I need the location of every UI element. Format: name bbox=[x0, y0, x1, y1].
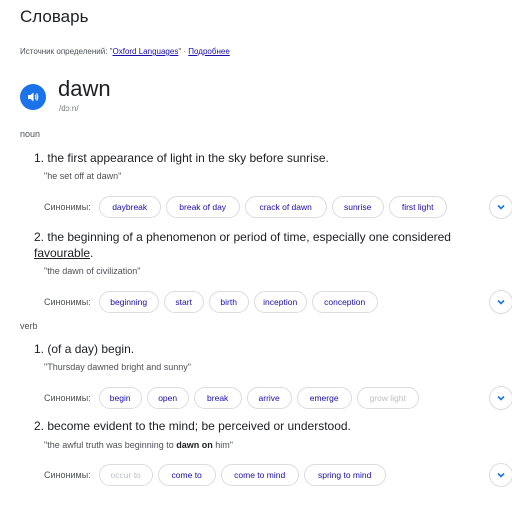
synonyms-label: Синонимы: bbox=[44, 202, 91, 212]
noun-sense-1-example: "he set off at dawn" bbox=[44, 171, 122, 181]
sense-number: 2. bbox=[34, 230, 45, 244]
synonym-chip[interactable]: conception bbox=[311, 291, 378, 313]
definition-text: (of a day) begin. bbox=[47, 342, 135, 356]
expand-synonyms-button[interactable] bbox=[489, 195, 512, 219]
noun-sense-1-definition: 1. the first appearance of light in the … bbox=[34, 150, 474, 166]
expand-synonyms-button[interactable] bbox=[489, 463, 512, 487]
part-of-speech-verb: verb bbox=[20, 321, 38, 331]
synonym-chip[interactable]: come to mind bbox=[220, 464, 299, 486]
synonym-chip[interactable]: come to bbox=[157, 464, 216, 486]
expand-synonyms-button[interactable] bbox=[489, 290, 512, 314]
synonym-chip[interactable]: begin bbox=[98, 387, 142, 409]
synonym-chip[interactable]: crack of dawn bbox=[244, 196, 327, 218]
verb-sense-2-definition: 2. become evident to the mind; be percei… bbox=[34, 418, 474, 434]
part-of-speech-noun: noun bbox=[20, 129, 41, 139]
synonyms-label: Синонимы: bbox=[44, 297, 91, 307]
synonym-chip[interactable]: birth bbox=[208, 291, 249, 313]
synonym-chip[interactable]: daybreak bbox=[98, 196, 161, 218]
synonym-chip[interactable]: inception bbox=[253, 291, 307, 313]
definition-text: the beginning of a phenomenon or period … bbox=[47, 230, 451, 244]
source-line: Источник определений: "Oxford Languages"… bbox=[20, 47, 230, 56]
synonym-chip[interactable]: arrive bbox=[246, 387, 292, 409]
example-part: "the awful truth was beginning to bbox=[44, 440, 177, 450]
synonym-chip[interactable]: break of day bbox=[165, 196, 240, 218]
phonetic-transcription: /dɔːn/ bbox=[59, 104, 79, 113]
verb-sense-1-definition: 1. (of a day) begin. bbox=[34, 341, 474, 357]
synonym-chip[interactable]: break bbox=[193, 387, 242, 409]
chevron-down-icon bbox=[497, 204, 505, 210]
source-prefix: Источник определений: bbox=[20, 47, 110, 56]
expand-synonyms-button[interactable] bbox=[489, 386, 512, 410]
synonym-chip-disabled[interactable]: occur to bbox=[98, 464, 153, 486]
synonym-chip[interactable]: sunrise bbox=[331, 196, 384, 218]
verb-sense-1-example: "Thursday dawned bright and sunny" bbox=[44, 362, 191, 372]
noun-sense-2-definition: 2. the beginning of a phenomenon or peri… bbox=[34, 229, 474, 261]
noun-sense-2-synonyms: Синонимы: beginning start birth inceptio… bbox=[44, 291, 383, 313]
synonyms-label: Синонимы: bbox=[44, 470, 91, 480]
dictionary-title: Словарь bbox=[20, 7, 89, 26]
chevron-down-icon bbox=[497, 472, 505, 478]
chevron-down-icon bbox=[497, 299, 505, 305]
pronounce-button[interactable] bbox=[20, 84, 46, 110]
verb-sense-2-synonyms: Синонимы: occur to come to come to mind … bbox=[44, 464, 391, 486]
oxford-languages-link[interactable]: Oxford Languages bbox=[113, 47, 179, 56]
synonym-chip[interactable]: open bbox=[146, 387, 189, 409]
synonym-chip-disabled[interactable]: grow light bbox=[356, 387, 419, 409]
noun-sense-1-synonyms: Синонимы: daybreak break of day crack of… bbox=[44, 196, 452, 218]
more-info-link[interactable]: Подробнее bbox=[188, 47, 230, 56]
synonym-chip[interactable]: spring to mind bbox=[303, 464, 386, 486]
sense-number: 2. bbox=[34, 419, 45, 433]
definition-text: become evident to the mind; be perceived… bbox=[47, 419, 351, 433]
synonym-chip[interactable]: start bbox=[163, 291, 204, 313]
chevron-down-icon bbox=[497, 395, 505, 401]
headword: dawn bbox=[58, 76, 111, 101]
synonym-chip[interactable]: emerge bbox=[296, 387, 352, 409]
sense-number: 1. bbox=[34, 151, 45, 165]
synonym-chip[interactable]: beginning bbox=[98, 291, 159, 313]
example-part: him" bbox=[212, 440, 233, 450]
synonyms-label: Синонимы: bbox=[44, 393, 91, 403]
definition-period: . bbox=[90, 246, 94, 260]
favourable-link[interactable]: favourable bbox=[34, 246, 90, 260]
noun-sense-2-example: "the dawn of civilization" bbox=[44, 266, 141, 276]
verb-sense-2-example: "the awful truth was beginning to dawn o… bbox=[44, 440, 233, 450]
synonym-chip[interactable]: first light bbox=[388, 196, 447, 218]
example-emphasis: dawn on bbox=[176, 440, 213, 450]
sense-number: 1. bbox=[34, 342, 45, 356]
speaker-icon bbox=[28, 92, 39, 102]
definition-text: the first appearance of light in the sky… bbox=[47, 151, 329, 165]
verb-sense-1-synonyms: Синонимы: begin open break arrive emerge… bbox=[44, 387, 424, 409]
